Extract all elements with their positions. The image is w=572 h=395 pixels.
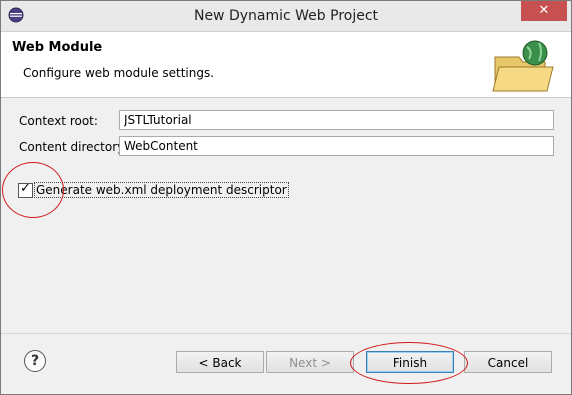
button-bar-divider: [1, 333, 571, 334]
window-title: New Dynamic Web Project: [193, 8, 379, 24]
content-directory-input[interactable]: [119, 136, 554, 156]
generate-descriptor-label[interactable]: Generate web.xml deployment descriptor: [34, 182, 289, 198]
context-root-label: Context root:: [19, 114, 98, 128]
annotation-circle-checkbox: [2, 162, 64, 218]
cancel-button[interactable]: Cancel: [464, 351, 552, 373]
content-directory-label: Content directory:: [19, 140, 128, 154]
help-icon[interactable]: ?: [24, 350, 46, 372]
annotation-circle-finish: [350, 342, 468, 384]
title-bar: New Dynamic Web Project ✕: [1, 1, 571, 32]
close-icon: ✕: [538, 3, 550, 18]
back-button[interactable]: < Back: [176, 351, 264, 373]
next-button[interactable]: Next >: [266, 351, 354, 373]
context-root-input[interactable]: [119, 110, 554, 130]
page-header: Web Module Configure web module settings…: [1, 32, 571, 98]
form-area: Context root: Content directory: ✓ Gener…: [1, 98, 571, 333]
page-description: Configure web module settings.: [23, 66, 215, 80]
folder-globe-icon: [492, 40, 554, 92]
page-title: Web Module: [12, 40, 103, 55]
close-button[interactable]: ✕: [521, 1, 567, 21]
dialog-window: New Dynamic Web Project ✕ Web Module Con…: [0, 0, 572, 395]
